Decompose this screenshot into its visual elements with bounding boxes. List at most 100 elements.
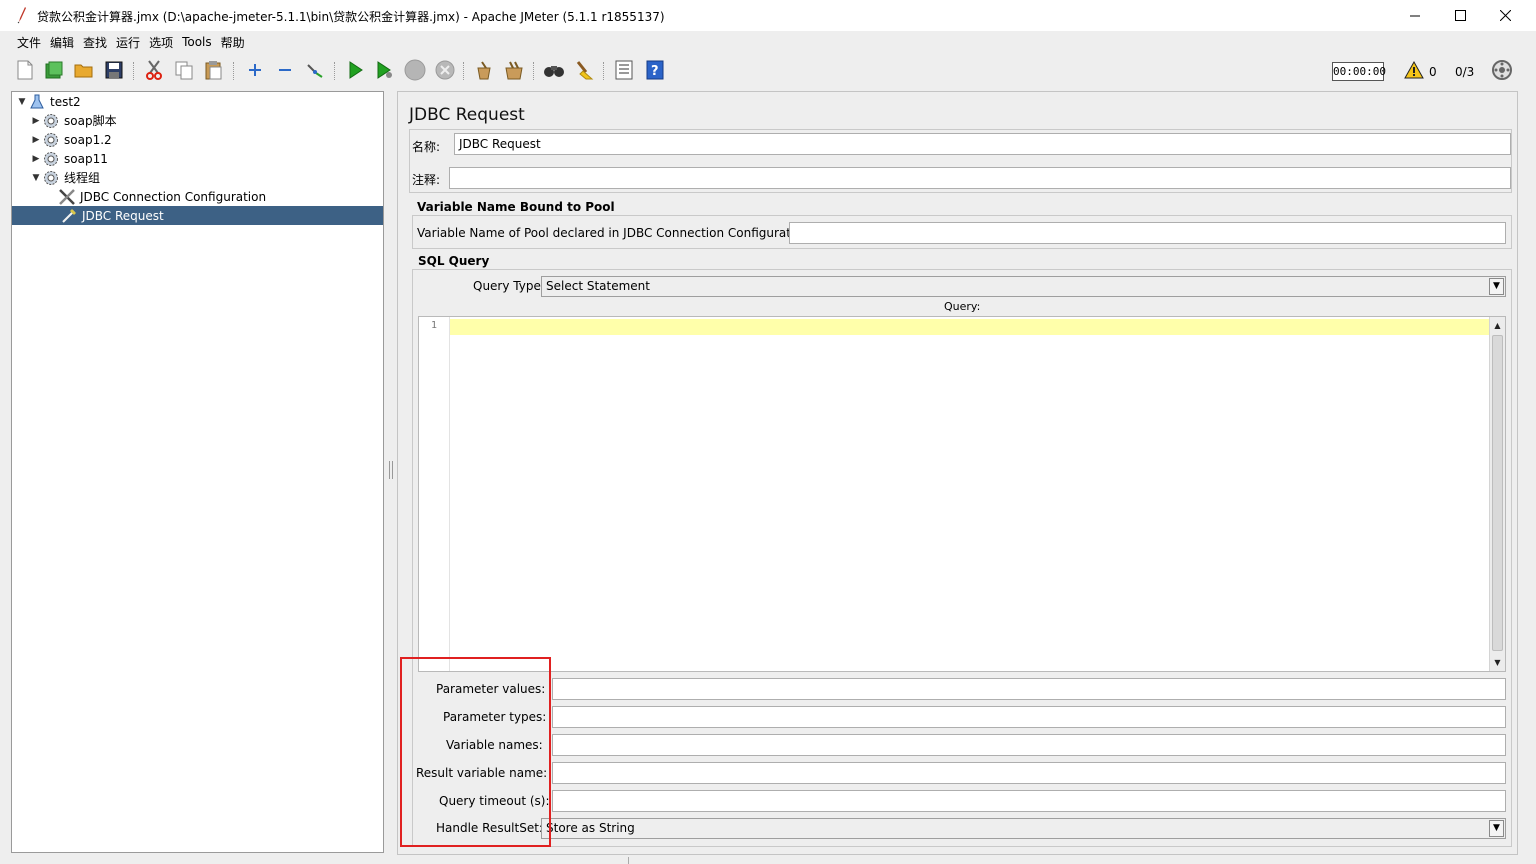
- search-icon[interactable]: [543, 59, 565, 81]
- cut-icon[interactable]: [143, 59, 165, 81]
- function-helper-icon[interactable]: [613, 59, 635, 81]
- pool-name-label: Variable Name of Pool declared in JDBC C…: [417, 226, 814, 240]
- result-variable-name-field[interactable]: [552, 762, 1506, 784]
- collapse-arrow-icon[interactable]: ▼: [30, 173, 42, 183]
- menu-tools[interactable]: Tools: [182, 35, 212, 49]
- variable-names-field[interactable]: [552, 734, 1506, 756]
- current-line-highlight: [450, 319, 1490, 335]
- expand-arrow-icon[interactable]: ▶: [30, 116, 42, 126]
- query-type-select[interactable]: Select Statement ▼: [541, 276, 1506, 297]
- menu-edit[interactable]: 编辑: [50, 34, 74, 51]
- remote-icon[interactable]: [1491, 59, 1513, 81]
- menu-file[interactable]: 文件: [17, 34, 41, 51]
- start-no-pause-icon[interactable]: [374, 59, 396, 81]
- start-icon[interactable]: [344, 59, 366, 81]
- tree-node-label: JDBC Request: [82, 208, 164, 223]
- toggle-icon[interactable]: [304, 59, 326, 81]
- templates-icon[interactable]: [43, 59, 65, 81]
- sql-section-title: SQL Query: [418, 254, 490, 268]
- name-field[interactable]: JDBC Request: [454, 133, 1511, 155]
- sql-query-editor[interactable]: 1 ▲ ▼: [418, 316, 1506, 672]
- jmeter-feather-icon: [16, 6, 28, 24]
- name-label: 名称:: [412, 140, 441, 154]
- toolbar-separator: [133, 62, 134, 80]
- svg-text:?: ?: [651, 64, 659, 79]
- expand-arrow-icon[interactable]: ▶: [30, 154, 42, 164]
- parameter-types-field[interactable]: [552, 706, 1506, 728]
- reset-search-icon[interactable]: [573, 59, 595, 81]
- tree-node-label: soap11: [64, 151, 108, 166]
- editor-vertical-scrollbar[interactable]: ▲ ▼: [1489, 317, 1505, 671]
- thread-group-gear-icon: [42, 169, 60, 187]
- scroll-up-arrow-icon[interactable]: ▲: [1490, 318, 1505, 333]
- toolbar-separator: [603, 62, 604, 80]
- thread-group-gear-icon: [42, 150, 60, 168]
- sampler-pipette-icon: [60, 207, 78, 225]
- maximize-button[interactable]: [1437, 0, 1483, 31]
- tree-node-label: JDBC Connection Configuration: [80, 189, 267, 204]
- splitter-grip[interactable]: [389, 461, 393, 479]
- comment-field[interactable]: [449, 167, 1511, 189]
- toolbar-separator: [233, 62, 234, 80]
- menu-search[interactable]: 查找: [83, 34, 107, 51]
- scroll-down-arrow-icon[interactable]: ▼: [1490, 655, 1505, 670]
- paste-icon[interactable]: [203, 59, 225, 81]
- save-icon[interactable]: [103, 59, 125, 81]
- test-plan-tree[interactable]: ▼ test2 ▶ soap脚本 ▶ soap1.2 ▶ soap11 ▼ 线程…: [11, 91, 384, 853]
- expand-icon[interactable]: [244, 59, 266, 81]
- menu-help[interactable]: 帮助: [221, 34, 245, 51]
- annotation-highlight-box: [400, 657, 551, 847]
- tree-node-label: test2: [50, 94, 81, 109]
- config-element-wrench-icon: [58, 188, 76, 206]
- tree-node-label: soap1.2: [64, 132, 112, 147]
- dropdown-arrow-icon[interactable]: ▼: [1489, 820, 1504, 837]
- status-divider: [628, 857, 629, 864]
- test-plan-icon: [28, 93, 46, 111]
- tree-node-thread-group[interactable]: ▼ 线程组: [30, 168, 100, 187]
- scrollbar-thumb[interactable]: [1492, 335, 1503, 651]
- tree-node-soap12[interactable]: ▶ soap1.2: [30, 130, 112, 149]
- copy-icon[interactable]: [173, 59, 195, 81]
- shutdown-icon[interactable]: [434, 59, 456, 81]
- help-icon[interactable]: ?: [644, 59, 666, 81]
- new-icon[interactable]: [14, 59, 36, 81]
- minimize-button[interactable]: [1392, 0, 1438, 31]
- tree-node-label: soap脚本: [64, 114, 117, 128]
- tree-node-jdbc-request[interactable]: JDBC Request: [12, 206, 383, 225]
- tree-node-label: 线程组: [64, 171, 101, 185]
- expand-arrow-icon[interactable]: ▶: [30, 135, 42, 145]
- menu-run[interactable]: 运行: [116, 34, 140, 51]
- tree-node-root[interactable]: ▼ test2: [16, 92, 81, 111]
- menu-bar: 文件 编辑 查找 运行 选项 Tools 帮助: [0, 31, 1536, 53]
- collapse-arrow-icon[interactable]: ▼: [16, 97, 28, 107]
- toolbar: ? 00:00:00 0 0/3: [0, 53, 1536, 89]
- parameter-values-field[interactable]: [552, 678, 1506, 700]
- handle-resultset-value: Store as String: [546, 821, 635, 835]
- jdbc-request-panel: JDBC Request 名称: JDBC Request 注释: Variab…: [397, 91, 1518, 855]
- menu-options[interactable]: 选项: [149, 34, 173, 51]
- close-button[interactable]: [1482, 0, 1528, 31]
- line-number-gutter: 1: [419, 317, 450, 671]
- thread-group-gear-icon: [42, 112, 60, 130]
- pool-name-field[interactable]: [789, 222, 1506, 244]
- stop-icon[interactable]: [404, 59, 426, 81]
- query-type-label: Query Type:: [473, 279, 545, 293]
- tree-node-jdbc-connection-config[interactable]: JDBC Connection Configuration: [58, 187, 266, 206]
- active-threads-count: 0/3: [1455, 65, 1475, 79]
- tree-node-soap11[interactable]: ▶ soap11: [30, 149, 108, 168]
- open-icon[interactable]: [73, 59, 95, 81]
- split-pane-divider[interactable]: [387, 91, 395, 853]
- clear-icon[interactable]: [473, 59, 495, 81]
- dropdown-arrow-icon[interactable]: ▼: [1489, 278, 1504, 295]
- clear-all-icon[interactable]: [503, 59, 525, 81]
- warning-icon[interactable]: [1403, 59, 1425, 81]
- collapse-icon[interactable]: [274, 59, 296, 81]
- query-type-value: Select Statement: [546, 279, 650, 293]
- toolbar-separator: [463, 62, 464, 80]
- query-timeout-field[interactable]: [552, 790, 1506, 812]
- handle-resultset-select[interactable]: Store as String ▼: [541, 818, 1506, 839]
- panel-title: JDBC Request: [409, 105, 525, 125]
- warning-count: 0: [1429, 65, 1437, 79]
- title-bar: 贷款公积金计算器.jmx (D:\apache-jmeter-5.1.1\bin…: [0, 0, 1536, 31]
- tree-node-soap-script[interactable]: ▶ soap脚本: [30, 111, 117, 130]
